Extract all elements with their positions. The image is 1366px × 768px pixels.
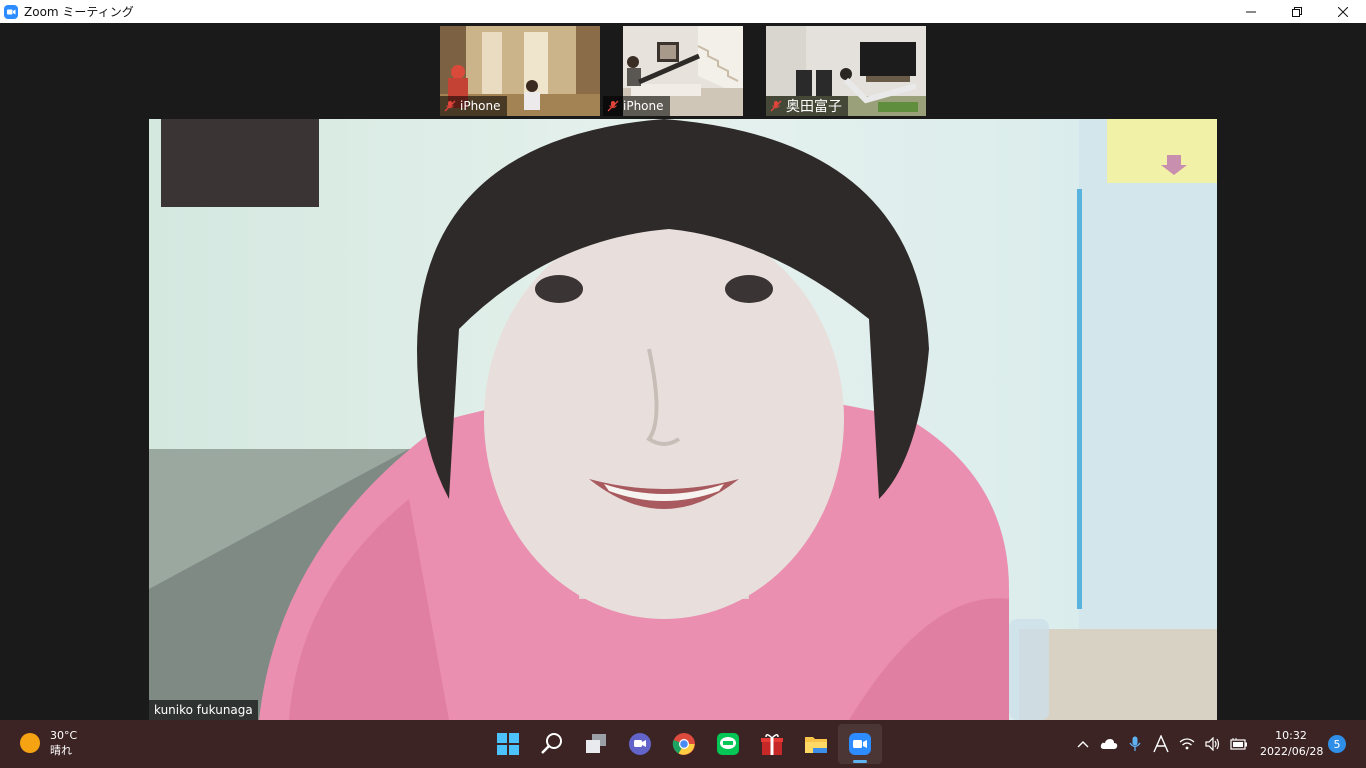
participant-name: iPhone bbox=[460, 99, 501, 113]
onedrive-button[interactable] bbox=[1098, 720, 1120, 768]
minimize-button[interactable] bbox=[1228, 0, 1274, 23]
battery-plugged-icon bbox=[1230, 738, 1247, 750]
microphone-button[interactable] bbox=[1124, 720, 1146, 768]
taskbar-apps bbox=[486, 724, 882, 764]
main-speaker-name: kuniko fukunaga bbox=[149, 700, 258, 720]
file-explorer-button[interactable] bbox=[794, 724, 838, 764]
cloud-icon bbox=[1100, 739, 1118, 749]
muted-mic-icon bbox=[607, 100, 619, 112]
task-view-icon bbox=[586, 734, 606, 753]
participant-name-bar: iPhone bbox=[440, 96, 507, 116]
participant-video[interactable]: iPhone bbox=[603, 26, 763, 116]
weather-widget[interactable]: 30°C 晴れ bbox=[20, 728, 77, 758]
gift-icon bbox=[761, 734, 783, 755]
task-view-button[interactable] bbox=[574, 724, 618, 764]
gift-button[interactable] bbox=[750, 724, 794, 764]
wifi-button[interactable] bbox=[1176, 720, 1198, 768]
restore-button[interactable] bbox=[1274, 0, 1320, 23]
sun-icon bbox=[20, 733, 40, 753]
meeting-area: iPhone iPhone 奥田富子 kuniko fukunaga bbox=[0, 23, 1366, 720]
zoom-app-icon bbox=[4, 4, 18, 19]
ime-indicator-icon bbox=[1153, 735, 1169, 753]
notification-badge[interactable]: 5 bbox=[1328, 735, 1346, 753]
weather-temp: 30°C bbox=[50, 729, 78, 742]
clock[interactable]: 10:32 2022/06/28 bbox=[1260, 728, 1324, 760]
system-tray: 10:32 2022/06/28 5 bbox=[1070, 720, 1366, 768]
chevron-up-icon bbox=[1077, 741, 1089, 748]
main-speaker-video[interactable]: kuniko fukunaga bbox=[149, 119, 1217, 720]
chrome-icon bbox=[672, 733, 695, 755]
clock-date: 2022/06/28 bbox=[1260, 745, 1324, 758]
muted-mic-icon bbox=[444, 100, 456, 112]
participant-video[interactable]: 奥田富子 bbox=[766, 26, 926, 116]
close-icon bbox=[1338, 6, 1348, 17]
taskbar: 30°C 晴れ 10:32 2022/06/28 5 bbox=[0, 720, 1366, 768]
participant-name: iPhone bbox=[623, 99, 664, 113]
speaker-video-frame bbox=[149, 119, 1217, 720]
zoom-taskbar-button[interactable] bbox=[838, 724, 882, 764]
minimize-icon bbox=[1246, 11, 1256, 12]
clock-time: 10:32 bbox=[1275, 729, 1307, 742]
search-button[interactable] bbox=[530, 724, 574, 764]
file-explorer-icon bbox=[805, 737, 827, 753]
window-title: Zoom ミーティング bbox=[24, 5, 134, 19]
participant-name-bar: 奥田富子 bbox=[766, 96, 848, 116]
show-hidden-icons-button[interactable] bbox=[1072, 720, 1094, 768]
microphone-icon bbox=[1129, 736, 1141, 751]
line-icon bbox=[717, 733, 739, 755]
zoom-icon bbox=[849, 733, 871, 755]
participant-video[interactable]: iPhone bbox=[440, 26, 600, 116]
participant-name-bar: iPhone bbox=[603, 96, 670, 116]
teams-chat-icon bbox=[629, 733, 651, 755]
speaker-icon bbox=[1205, 737, 1220, 751]
ime-button[interactable] bbox=[1150, 720, 1172, 768]
wifi-icon bbox=[1179, 738, 1195, 750]
battery-button[interactable] bbox=[1228, 720, 1250, 768]
search-icon bbox=[541, 733, 562, 754]
weather-condition: 晴れ bbox=[50, 744, 72, 757]
muted-mic-icon bbox=[770, 100, 782, 112]
start-button[interactable] bbox=[486, 724, 530, 764]
participant-name: 奥田富子 bbox=[786, 99, 842, 115]
title-bar: Zoom ミーティング bbox=[0, 0, 1366, 23]
chrome-button[interactable] bbox=[662, 724, 706, 764]
restore-icon bbox=[1292, 6, 1302, 17]
close-button[interactable] bbox=[1320, 0, 1366, 23]
windows-start-icon bbox=[497, 733, 519, 755]
volume-button[interactable] bbox=[1202, 720, 1224, 768]
line-button[interactable] bbox=[706, 724, 750, 764]
teams-chat-button[interactable] bbox=[618, 724, 662, 764]
